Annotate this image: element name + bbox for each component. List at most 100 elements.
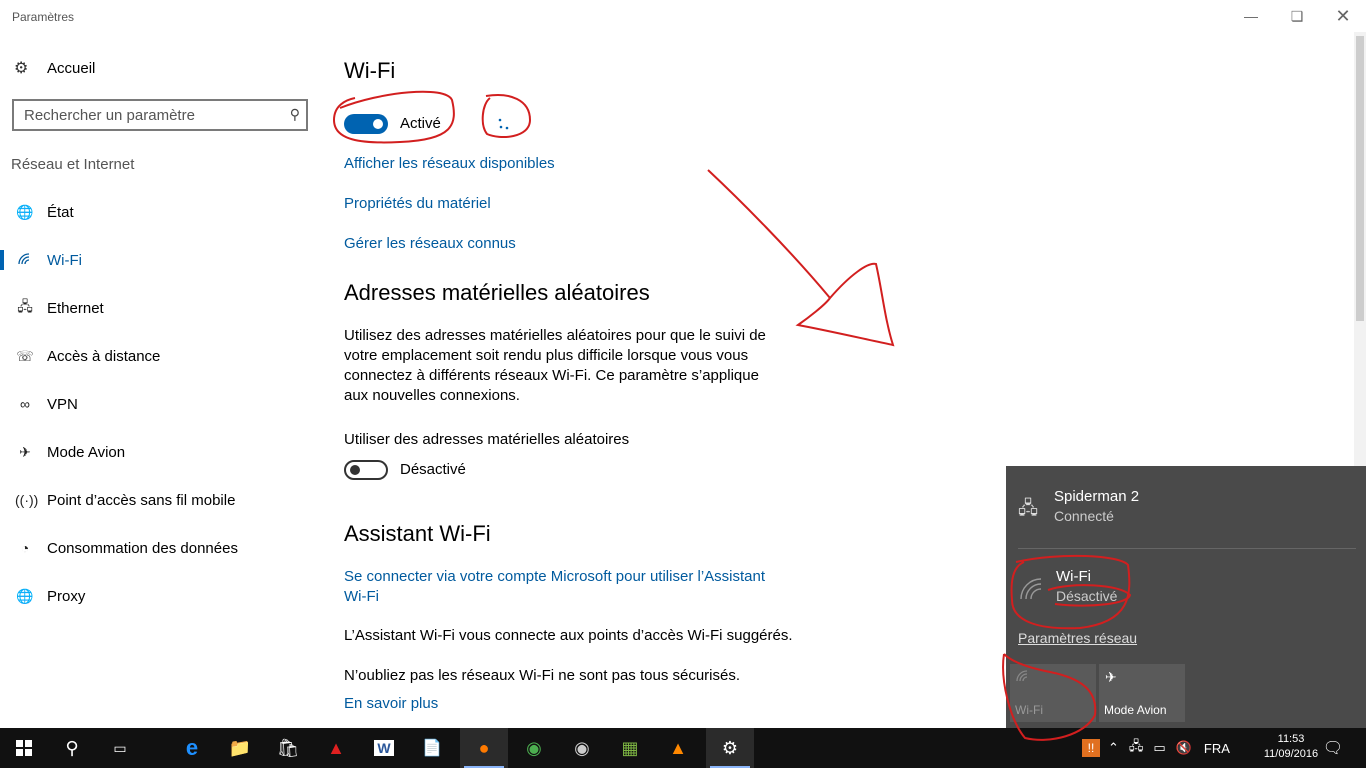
sidebar-item-proxy[interactable]: 🌐 Proxy [0, 578, 320, 614]
notepad-icon: 📄 [422, 740, 442, 757]
task-view-button[interactable]: ▭ [96, 728, 144, 768]
data-usage-icon: ◔ [20, 540, 30, 556]
random-address-toggle-label: Désactivé [400, 461, 466, 478]
start-button[interactable] [0, 728, 48, 768]
chrome-taskbar-button[interactable]: ◉ [510, 728, 558, 768]
sidebar-item-hotspot[interactable]: ((·)) Point d’accès sans fil mobile [0, 482, 320, 518]
divider [1018, 548, 1356, 549]
bluestacks-icon: ▦ [621, 737, 639, 758]
bluestacks-taskbar-button[interactable]: ▦ [606, 728, 654, 768]
sidebar-item-wifi[interactable]: Wi-Fi [0, 242, 320, 278]
sidebar-item-mode-avion[interactable]: ✈ Mode Avion [0, 434, 320, 470]
network-name[interactable]: Spiderman 2 [1054, 488, 1139, 505]
wifi-assistant-heading: Assistant Wi-Fi [344, 521, 491, 546]
ethernet-icon: 🖧 [17, 298, 33, 314]
page-title: Wi-Fi [344, 58, 396, 83]
acrobat-taskbar-button[interactable]: ▲ [312, 728, 360, 768]
network-flyout: 🖧 Spiderman 2 Connecté Wi-Fi Désactivé P… [1006, 466, 1366, 728]
minimize-button[interactable]: — [1228, 0, 1274, 32]
edge-taskbar-button[interactable]: e [168, 728, 216, 768]
learn-more-link[interactable]: En savoir plus [344, 695, 438, 712]
globe-icon: 🌐 [16, 203, 34, 220]
sidebar-item-label: Point d’accès sans fil mobile [47, 491, 236, 509]
microsoft-account-link[interactable]: Se connecter via votre compte Microsoft … [344, 567, 784, 607]
airplane-icon: ✈ [19, 443, 31, 460]
store-icon: 🛍 [276, 737, 300, 758]
vlc-icon: ▲ [669, 737, 687, 758]
sidebar-item-acces-distance[interactable]: ☏ Accès à distance [0, 338, 320, 374]
home-label: Accueil [47, 59, 96, 77]
ethernet-monitor-icon: 🖧 [1018, 498, 1039, 518]
language-indicator[interactable]: FRA [1204, 741, 1230, 756]
sidebar-item-label: Ethernet [47, 299, 104, 317]
airplane-mode-tile[interactable]: ✈ Mode Avion [1099, 664, 1185, 722]
search-input[interactable]: Rechercher un paramètre ⚲ [12, 99, 308, 131]
hardware-properties-link[interactable]: Propriétés du matériel [344, 195, 491, 212]
known-networks-link[interactable]: Gérer les réseaux connus [344, 235, 516, 252]
scrollbar-thumb[interactable] [1356, 36, 1364, 321]
file-explorer-icon: 📁 [228, 737, 252, 758]
toggle-knob [350, 465, 360, 475]
sidebar-item-label: Mode Avion [47, 443, 126, 461]
sidebar-item-etat[interactable]: 🌐 État [0, 194, 320, 230]
explorer-taskbar-button[interactable]: 📁 [216, 728, 264, 768]
network-tray-icon[interactable]: 🖧 [1129, 737, 1144, 759]
restore-button[interactable]: ❏ [1274, 0, 1320, 32]
sidebar-item-label: Wi-Fi [47, 251, 82, 269]
search-placeholder: Rechercher un paramètre [24, 106, 195, 124]
window-title: Paramètres [12, 10, 75, 24]
settings-taskbar-button[interactable]: ⚙ [706, 728, 754, 768]
search-icon: ⚲ [65, 737, 79, 758]
word-icon: W [374, 740, 394, 756]
settings-gear-icon: ⚙ [721, 737, 739, 758]
firefox-taskbar-button[interactable]: ● [460, 728, 508, 768]
title-bar: Paramètres — ❏ ✕ [0, 0, 1366, 32]
close-button[interactable]: ✕ [1320, 0, 1366, 32]
random-address-setting-label: Utiliser des adresses matérielles aléato… [344, 431, 630, 448]
wifi-icon [1016, 669, 1030, 685]
minimize-icon: — [1244, 8, 1258, 24]
dialup-icon: ☏ [16, 347, 34, 364]
windows-logo-icon [16, 740, 32, 756]
toggle-knob [373, 119, 383, 129]
sidebar-item-label: Proxy [47, 587, 86, 605]
tile-label: Mode Avion [1104, 703, 1167, 717]
sidebar-item-data-usage[interactable]: ◔ Consommation des données [0, 530, 320, 566]
random-address-toggle[interactable] [344, 460, 388, 480]
search-button[interactable]: ⚲ [48, 728, 96, 768]
wifi-quick-action-tile[interactable]: Wi-Fi [1010, 664, 1096, 722]
battery-icon[interactable]: ▭ [1153, 740, 1165, 756]
chevron-up-icon[interactable]: ⌃ [1108, 740, 1119, 756]
volume-muted-icon[interactable]: 🔇 [1176, 740, 1192, 756]
sidebar-item-vpn[interactable]: ∞ VPN [0, 386, 320, 422]
random-address-description: Utilisez des adresses matérielles aléato… [344, 327, 766, 404]
sidebar: ⚙ Accueil Rechercher un paramètre ⚲ Rése… [0, 32, 320, 728]
wifi-adapter-status: Désactivé [1056, 588, 1118, 604]
section-title: Réseau et Internet [11, 156, 135, 173]
show-networks-link[interactable]: Afficher les réseaux disponibles [344, 155, 555, 172]
sidebar-item-ethernet[interactable]: 🖧 Ethernet [0, 290, 320, 326]
camera-app-icon: ◉ [574, 737, 590, 758]
airplane-icon: ✈ [1105, 669, 1117, 685]
restore-icon: ❏ [1290, 7, 1304, 24]
home-link[interactable]: ⚙ Accueil [14, 58, 95, 78]
action-center-button[interactable]: 🗨 [1310, 728, 1356, 768]
system-tray: !! ⌃ 🖧 ▭ 🔇 FRA [1082, 728, 1230, 768]
network-status: Connecté [1054, 508, 1114, 524]
gear-icon: ⚙ [14, 60, 29, 77]
word-taskbar-button[interactable]: W [360, 728, 408, 768]
notepad-taskbar-button[interactable]: 📄 [408, 728, 456, 768]
warning-notification-icon[interactable]: !! [1082, 739, 1100, 757]
acrobat-icon: ▲ [327, 737, 345, 758]
vlc-taskbar-button[interactable]: ▲ [654, 728, 702, 768]
wifi-off-icon [1020, 578, 1044, 605]
store-taskbar-button[interactable]: 🛍 [264, 728, 312, 768]
camera-taskbar-button[interactable]: ◉ [558, 728, 606, 768]
wifi-adapter-title[interactable]: Wi-Fi [1056, 568, 1091, 585]
network-settings-link[interactable]: Paramètres réseau [1018, 630, 1137, 646]
wifi-toggle[interactable] [344, 114, 388, 134]
edge-icon: e [185, 735, 199, 760]
sidebar-item-label: Accès à distance [47, 347, 161, 365]
vpn-icon: ∞ [20, 396, 30, 412]
firefox-icon: ● [478, 737, 490, 758]
